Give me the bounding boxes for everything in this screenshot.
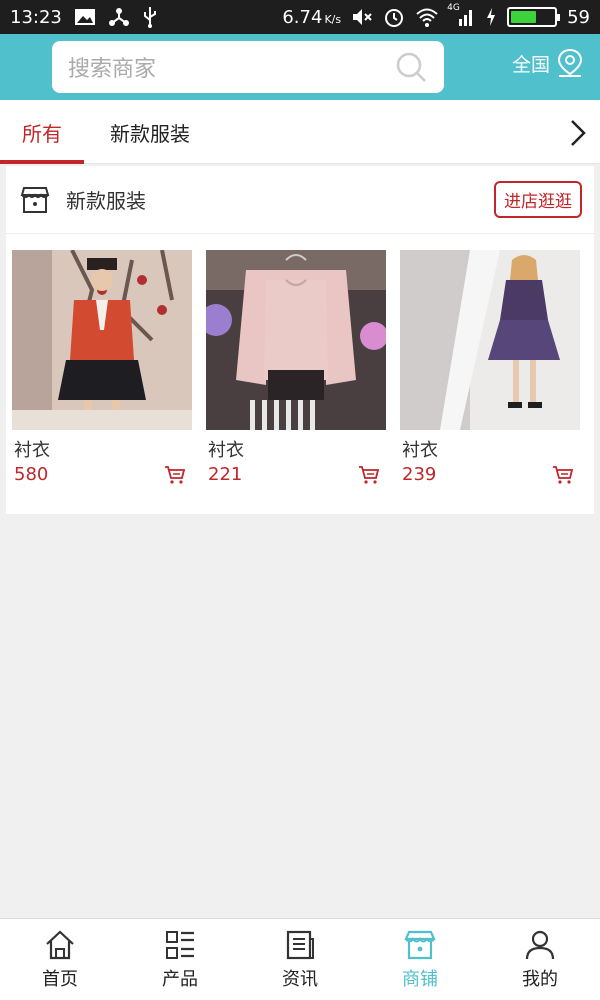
network-type: 4G (447, 3, 460, 13)
product-name: 衬衣 (208, 440, 244, 461)
charging-icon (485, 7, 497, 27)
shop-icon (20, 186, 50, 213)
nav-label: 首页 (42, 968, 78, 990)
location-label: 全国 (511, 53, 550, 76)
cell-signal-icon: 4G (447, 3, 475, 27)
grid-list-icon (166, 930, 194, 959)
nav-label: 产品 (162, 968, 198, 990)
product-price: 221 (208, 464, 243, 485)
status-time: 13:23 (10, 6, 62, 28)
usb-icon (142, 6, 158, 28)
product-card[interactable]: 衬衣 580 (12, 250, 192, 485)
product-price: 239 (402, 464, 437, 485)
header: 搜索商家 全国 (0, 34, 600, 100)
network-speed-unit: K/s (324, 12, 342, 26)
image-notification-icon (74, 8, 96, 26)
share-icon (108, 7, 130, 27)
wifi-icon (415, 7, 439, 27)
search-input[interactable]: 搜索商家 (52, 41, 444, 93)
mute-icon (351, 7, 373, 27)
product-price: 580 (14, 464, 49, 485)
search-icon[interactable] (394, 50, 428, 84)
location-selector[interactable]: 全国 (512, 48, 584, 78)
search-placeholder: 搜索商家 (68, 57, 157, 82)
bottom-nav: 首页 产品 资讯 商铺 我的 (0, 918, 600, 1000)
cart-icon[interactable] (358, 465, 380, 485)
home-icon (46, 930, 74, 959)
store-name: 新款服装 (66, 189, 146, 213)
tab-new-clothing[interactable]: 新款服装 (100, 100, 200, 164)
alarm-icon (383, 6, 405, 28)
product-image[interactable] (206, 250, 386, 430)
nav-label: 资讯 (282, 968, 318, 990)
nav-home[interactable]: 首页 (0, 919, 120, 1000)
tab-label: 所有 (22, 121, 62, 146)
product-image[interactable] (400, 250, 580, 430)
chevron-right-icon[interactable] (566, 118, 590, 148)
battery-percent: 59 (567, 6, 590, 28)
nav-mine[interactable]: 我的 (480, 919, 600, 1000)
battery-fill (511, 11, 536, 23)
user-icon (525, 930, 555, 959)
tab-label: 新款服装 (110, 121, 190, 146)
news-icon (286, 930, 314, 959)
battery-icon (507, 7, 561, 27)
nav-news[interactable]: 资讯 (240, 919, 360, 1000)
location-pin-icon (557, 48, 583, 77)
product-name: 衬衣 (14, 440, 50, 461)
nav-label: 我的 (522, 968, 558, 990)
product-card[interactable]: 衬衣 239 (400, 250, 580, 485)
product-card[interactable]: 衬衣 221 (206, 250, 386, 485)
shop-icon (404, 930, 436, 959)
store-header: 新款服装 进店逛逛 (6, 166, 594, 234)
cart-icon[interactable] (552, 465, 574, 485)
tab-all[interactable]: 所有 (0, 100, 84, 164)
status-bar: 13:23 6.74 K/s 4G 59 (0, 0, 600, 34)
product-name: 衬衣 (402, 440, 438, 461)
store-card: 新款服装 进店逛逛 衬衣 580 衬衣 221 衬衣 239 (6, 166, 594, 514)
nav-shops[interactable]: 商铺 (360, 919, 480, 1000)
nav-products[interactable]: 产品 (120, 919, 240, 1000)
visit-store-button[interactable]: 进店逛逛 (494, 181, 582, 218)
network-speed: 6.74 (282, 6, 323, 28)
cart-icon[interactable] (164, 465, 186, 485)
product-image[interactable] (12, 250, 192, 430)
nav-label: 商铺 (402, 968, 438, 990)
category-tabs: 所有 新款服装 (0, 100, 600, 164)
